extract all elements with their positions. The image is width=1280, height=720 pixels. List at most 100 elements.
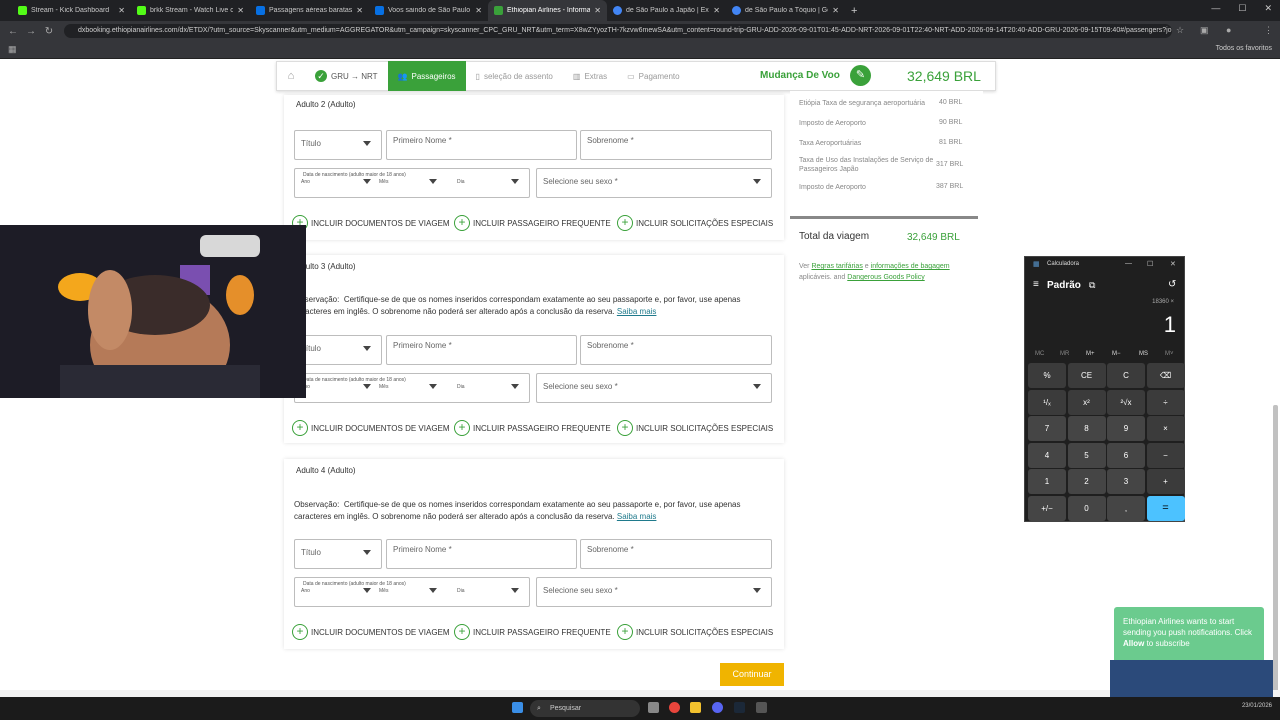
back-icon[interactable]: ←: [4, 26, 22, 37]
calc-key-digit-9[interactable]: 9: [1107, 416, 1145, 441]
calc-key-digit-6[interactable]: 6: [1107, 442, 1145, 468]
bookmark-star-icon[interactable]: ☆: [1176, 25, 1184, 36]
calc-key-digit-1[interactable]: 1: [1028, 469, 1066, 494]
close-icon[interactable]: ✕: [713, 6, 720, 15]
calc-key-multiply[interactable]: ×: [1146, 416, 1185, 441]
step-seat[interactable]: ▯ seleção de assento: [466, 61, 563, 91]
learn-more-link[interactable]: Saiba mais: [617, 512, 657, 521]
chrome-icon[interactable]: [669, 702, 680, 713]
tab-flights-sp[interactable]: Voos saindo de São Paulo para ✕: [369, 0, 488, 21]
continue-button[interactable]: Continuar: [720, 663, 784, 686]
last-name-field[interactable]: Sobrenome *: [580, 130, 772, 160]
discord-icon[interactable]: [712, 702, 723, 713]
calc-key-percent[interactable]: %: [1028, 363, 1066, 388]
taskbar-search[interactable]: ⌕ Pesquisar: [530, 700, 640, 717]
all-favorites[interactable]: Todos os favoritos: [1216, 45, 1272, 52]
edit-pencil-icon[interactable]: ✎: [850, 65, 871, 86]
memory-list-button[interactable]: M˅: [1165, 351, 1174, 357]
add-special-requests[interactable]: + INCLUIR SOLICITAÇÕES ESPECIAIS: [617, 420, 773, 436]
title-select[interactable]: Título: [294, 130, 382, 160]
push-notification-prompt[interactable]: Ethiopian Airlines wants to start sendin…: [1114, 607, 1264, 667]
add-frequent-flyer[interactable]: + INCLUIR PASSAGEIRO FREQUENTE: [454, 420, 611, 436]
calc-key-equals[interactable]: =: [1146, 495, 1185, 521]
calc-key-add[interactable]: +: [1146, 469, 1185, 494]
add-travel-docs[interactable]: + INCLUIR DOCUMENTOS DE VIAGEM: [292, 215, 450, 231]
memory-subtract-button[interactable]: M−: [1112, 351, 1121, 357]
close-icon[interactable]: ✕: [832, 6, 839, 15]
windows-start-icon[interactable]: [512, 702, 523, 713]
last-name-field[interactable]: Sobrenome *: [580, 335, 772, 365]
calc-key-square[interactable]: x²: [1067, 389, 1106, 415]
file-explorer-icon[interactable]: [690, 702, 701, 713]
profile-icon[interactable]: ●: [1226, 25, 1231, 35]
memory-add-button[interactable]: M+: [1086, 351, 1095, 357]
dangerous-goods-link[interactable]: Dangerous Goods Policy: [847, 274, 924, 281]
add-travel-docs[interactable]: + INCLUIR DOCUMENTOS DE VIAGEM: [292, 624, 450, 640]
calc-key-digit-7[interactable]: 7: [1028, 416, 1066, 441]
tab-google-tokyo[interactable]: de São Paulo a Tóquio | Googl ✕: [726, 0, 845, 21]
memory-clear-button[interactable]: MC: [1035, 351, 1044, 357]
page-scrollbar[interactable]: [1273, 405, 1278, 690]
hamburger-menu-icon[interactable]: ≡: [1033, 279, 1039, 290]
gender-select[interactable]: Selecione seu sexo *: [536, 577, 772, 607]
dob-group[interactable]: Data de nascimento (adulto maior de 18 a…: [294, 373, 530, 403]
add-travel-docs[interactable]: + INCLUIR DOCUMENTOS DE VIAGEM: [292, 420, 450, 436]
new-tab-icon[interactable]: +: [851, 5, 857, 17]
step-payment[interactable]: ▭ Pagamento: [617, 61, 689, 91]
minimize-icon[interactable]: —: [1211, 3, 1220, 14]
tab-kick-dashboard[interactable]: Stream - Kick Dashboard ✕: [12, 0, 131, 21]
step-route[interactable]: ✓ GRU → NRT: [305, 61, 388, 91]
tab-google-japan[interactable]: de São Paulo a Japão | Explore ✕: [607, 0, 726, 21]
calc-key-subtract[interactable]: −: [1146, 442, 1185, 468]
gender-select[interactable]: Selecione seu sexo *: [536, 373, 772, 403]
close-icon[interactable]: ✕: [356, 6, 363, 15]
calc-key-decimal[interactable]: ,: [1107, 495, 1145, 521]
maximize-icon[interactable]: ☐: [1238, 3, 1246, 14]
calc-key-divide[interactable]: ÷: [1146, 389, 1185, 415]
calc-key-negate[interactable]: +/−: [1028, 495, 1066, 521]
add-frequent-flyer[interactable]: + INCLUIR PASSAGEIRO FREQUENTE: [454, 624, 611, 640]
menu-icon[interactable]: ⋮: [1264, 25, 1273, 36]
calc-key-digit-5[interactable]: 5: [1067, 442, 1106, 468]
close-icon[interactable]: ✕: [594, 6, 601, 15]
calculator-taskbar-icon[interactable]: [756, 702, 767, 713]
close-icon[interactable]: ✕: [475, 6, 482, 15]
dob-group[interactable]: Data de nascimento (adulto maior de 18 a…: [294, 168, 530, 198]
keep-on-top-icon[interactable]: ⧉: [1089, 280, 1095, 291]
first-name-field[interactable]: Primeiro Nome *: [386, 539, 577, 569]
title-select[interactable]: Título: [294, 539, 382, 569]
calc-key-digit-4[interactable]: 4: [1028, 442, 1066, 468]
calc-key-reciprocal[interactable]: ¹/ₓ: [1028, 389, 1066, 415]
first-name-field[interactable]: Primeiro Nome *: [386, 130, 577, 160]
memory-store-button[interactable]: MS: [1139, 351, 1148, 357]
close-icon[interactable]: ✕: [237, 6, 244, 15]
calc-key-square-root[interactable]: ²√x: [1107, 389, 1145, 415]
last-name-field[interactable]: Sobrenome *: [580, 539, 772, 569]
step-passengers[interactable]: 👥 Passageiros: [387, 61, 466, 91]
close-icon[interactable]: ✕: [118, 6, 125, 15]
gender-select[interactable]: Selecione seu sexo *: [536, 168, 772, 198]
add-special-requests[interactable]: + INCLUIR SOLICITAÇÕES ESPECIAIS: [617, 215, 773, 231]
fare-rules-link[interactable]: Regras tarifárias: [811, 263, 862, 270]
extensions-icon[interactable]: ▣: [1200, 25, 1209, 36]
calc-key-clear[interactable]: C: [1107, 363, 1145, 388]
close-icon[interactable]: ✕: [1170, 260, 1176, 268]
add-frequent-flyer[interactable]: + INCLUIR PASSAGEIRO FREQUENTE: [454, 215, 611, 231]
calc-key-digit-8[interactable]: 8: [1067, 416, 1106, 441]
calc-key-digit-0[interactable]: 0: [1067, 495, 1106, 521]
tab-kick-stream[interactable]: brkk Stream - Watch Live on Ki✕: [131, 0, 250, 21]
tab-skyscanner[interactable]: Passagens aéreas baratas: com✕: [250, 0, 369, 21]
notification-allow[interactable]: Allow: [1123, 639, 1144, 648]
tab-ethiopian[interactable]: Ethiopian Airlines - Informaçõ ✕: [488, 0, 607, 21]
first-name-field[interactable]: Primeiro Nome *: [386, 335, 577, 365]
url-field[interactable]: dxbooking.ethiopianairlines.com/dx/ETDX/…: [64, 24, 1172, 38]
memory-recall-button[interactable]: MR: [1060, 351, 1069, 357]
apps-icon[interactable]: ▦: [8, 44, 17, 55]
dob-group[interactable]: Data de nascimento (adulto maior de 18 a…: [294, 577, 530, 607]
minimize-icon[interactable]: —: [1125, 260, 1132, 267]
home-icon[interactable]: ⌂: [277, 70, 305, 82]
calc-key-digit-2[interactable]: 2: [1067, 469, 1106, 494]
forward-icon[interactable]: →: [22, 26, 40, 37]
maximize-icon[interactable]: ☐: [1147, 260, 1153, 268]
title-select[interactable]: Título: [294, 335, 382, 365]
